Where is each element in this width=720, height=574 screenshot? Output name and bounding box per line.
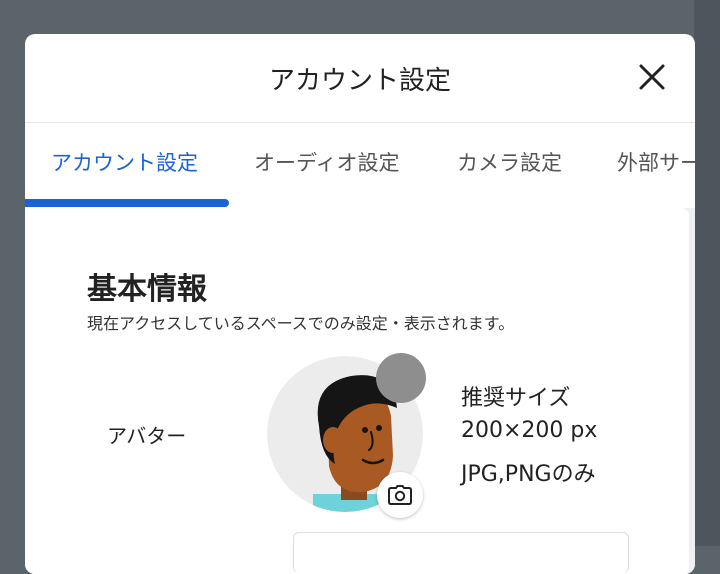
settings-content: 基本情報 現在アクセスしているスペースでのみ設定・表示されます。 アバター 推奨… <box>25 208 695 574</box>
account-settings-modal: アカウント設定 アカウント設定 オーディオ設定 カメラ設定 外部サー 基本情報 … <box>25 34 695 574</box>
settings-tabs: アカウント設定 オーディオ設定 カメラ設定 外部サー <box>25 123 695 207</box>
avatar-hint-size-title: 推奨サイズ <box>461 386 571 411</box>
section-description: 現在アクセスしているスペースでのみ設定・表示されます。 <box>87 314 515 333</box>
modal-title: アカウント設定 <box>268 66 451 96</box>
status-indicator <box>376 353 426 403</box>
avatar-label: アバター <box>107 424 187 448</box>
modal-header: アカウント設定 <box>25 34 695 123</box>
camera-icon <box>388 485 412 505</box>
basic-info-card: 基本情報 現在アクセスしているスペースでのみ設定・表示されます。 アバター 推奨… <box>25 208 689 574</box>
close-button[interactable] <box>635 60 669 94</box>
tab-camera-settings[interactable]: カメラ設定 <box>457 147 562 177</box>
avatar-hint-formats: JPG,PNGのみ <box>461 462 596 487</box>
active-tab-indicator <box>25 199 229 207</box>
backdrop-edge <box>694 0 720 546</box>
tab-external-services[interactable]: 外部サー <box>617 147 695 177</box>
avatar-upload-field[interactable] <box>293 532 629 573</box>
tab-account-settings[interactable]: アカウント設定 <box>51 147 198 177</box>
avatar-hint-dimensions: 200×200 px <box>461 418 598 443</box>
close-icon <box>639 64 665 90</box>
tab-audio-settings[interactable]: オーディオ設定 <box>254 147 400 177</box>
change-avatar-button[interactable] <box>377 472 423 518</box>
section-title: 基本情報 <box>87 272 207 307</box>
